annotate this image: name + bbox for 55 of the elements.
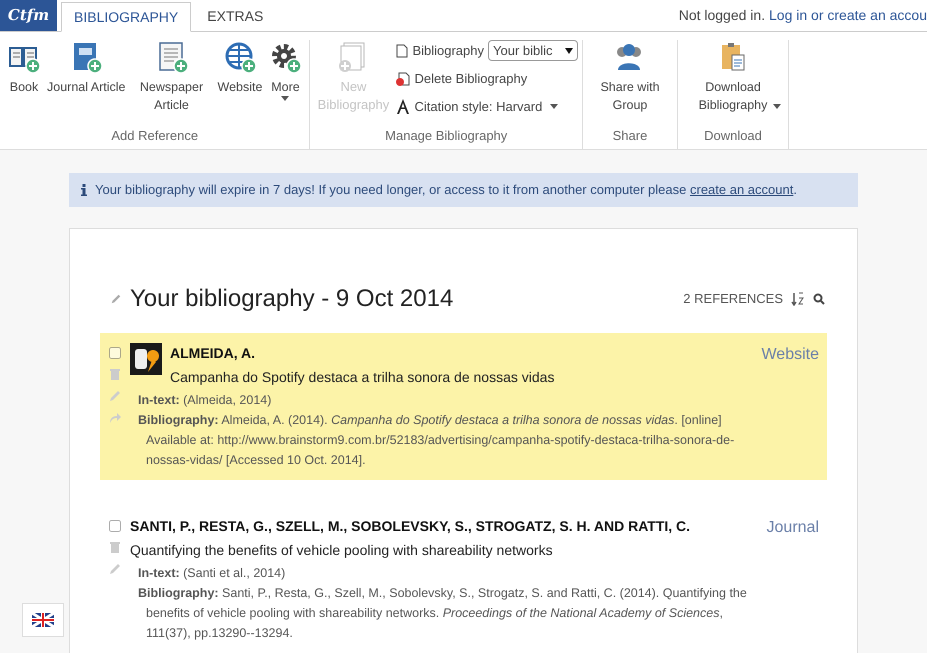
ribbon-button[interactable]: More xyxy=(265,40,306,101)
website-icon xyxy=(222,40,257,74)
caret-icon xyxy=(773,104,781,109)
reference-entry[interactable] xyxy=(100,333,827,480)
pencil-icon[interactable] xyxy=(108,389,122,403)
bibliography-select[interactable]: Your biblic xyxy=(488,40,578,61)
info-icon xyxy=(81,184,87,196)
create-account-link[interactable]: create an account xyxy=(690,182,794,198)
login-link[interactable]: Log in or create an accou xyxy=(769,7,927,23)
bibliography-title: Your bibliography - 9 Oct 2014 xyxy=(130,284,454,314)
reference-authors: SANTI, P., RESTA, G., SZELL, M., SOBOLEVSKY, S., STROGATZ, S. H. AND RATTI, C. xyxy=(130,517,692,536)
ribbon-group-label: Share xyxy=(612,126,648,144)
citation-style-button[interactable]: Citation style: Harvard xyxy=(396,96,578,116)
ribbon-button[interactable]: Book xyxy=(4,40,44,96)
in-text-citation: In-text: (Santi et al., 2014) xyxy=(138,565,286,582)
ribbon-group-label: Download xyxy=(703,126,763,144)
bibliography-entry: Bibliography: Santi, P., Resta, G., Szell, M., Sobolevsky, S., Strogatz, S. and Ratti, C. (2014). Quantifying the benefits of vehicle pooling with shareability networks. Proceedings of the National Academy of Sciences, 111(37), pp.13290--13294. xyxy=(138,585,748,642)
pencil-icon[interactable] xyxy=(108,562,122,576)
ribbon-tab[interactable]: EXTRAS xyxy=(191,1,280,31)
caret-icon xyxy=(550,104,558,109)
language-button[interactable] xyxy=(22,603,64,637)
ribbon-button[interactable]: Website xyxy=(214,40,266,96)
reference-type: Website xyxy=(761,345,819,365)
delete-bibliography-button[interactable]: Delete Bibliography xyxy=(396,69,578,88)
login-status: Not logged in. xyxy=(678,7,766,23)
bibliography-entry: Bibliography: Almeida, A. (2014). Campanha do Spotify destaca a trilha sonora de nossas vidas. [online] Available at: http://www.brainstorm9.com.br/52183/advertising/campanha-spotify-destaca-trilha-sonora-de-nossas-vidas/ [Accessed 10 Oct. 2014]. xyxy=(138,412,736,469)
caret-icon xyxy=(565,48,573,54)
delete-document-icon xyxy=(396,72,410,86)
ribbon-button[interactable]: Share with Group xyxy=(587,40,673,114)
reference-title: Campanha do Spotify destaca a trilha sonora de nossas vidas xyxy=(170,368,556,387)
select-checkbox[interactable] xyxy=(109,347,121,359)
select-checkbox[interactable] xyxy=(109,520,121,532)
ribbon-tab[interactable]: BIBLIOGRAPHY xyxy=(61,2,192,32)
document-icon xyxy=(396,44,408,58)
notice-text: Your bibliography will expire in 7 days! If you need longer, or access to it from another computer please create an account. xyxy=(95,181,797,200)
pencil-icon[interactable] xyxy=(110,293,122,305)
caret-icon xyxy=(281,96,290,101)
flag-icon xyxy=(32,613,54,627)
reference-count: 2 REFERENCES xyxy=(683,290,783,308)
in-text-citation: In-text: (Almeida, 2014) xyxy=(138,392,272,409)
ribbon-group-label: Add Reference xyxy=(110,126,200,144)
ribbon-button[interactable]: Journal Article xyxy=(44,40,129,96)
trash-icon[interactable] xyxy=(108,367,122,381)
sort-icon[interactable] xyxy=(791,292,805,306)
bibliography-label: Bibliography xyxy=(412,42,484,60)
reference-authors: ALMEIDA, A. xyxy=(170,344,256,363)
letter-glyph-icon xyxy=(396,98,410,114)
app-logo[interactable]: Ctfm xyxy=(0,0,57,31)
search-icon[interactable] xyxy=(813,293,825,305)
trash-icon[interactable] xyxy=(108,540,122,554)
reference-type: Journal xyxy=(766,518,819,538)
ribbon-group-label: Manage Bibliography xyxy=(384,126,508,145)
ribbon-button[interactable]: Newspaper Article xyxy=(128,40,215,114)
reference-title: Quantifying the benefits of vehicle pooling with shareability networks xyxy=(130,541,554,560)
share-arrow-icon[interactable] xyxy=(108,411,122,425)
